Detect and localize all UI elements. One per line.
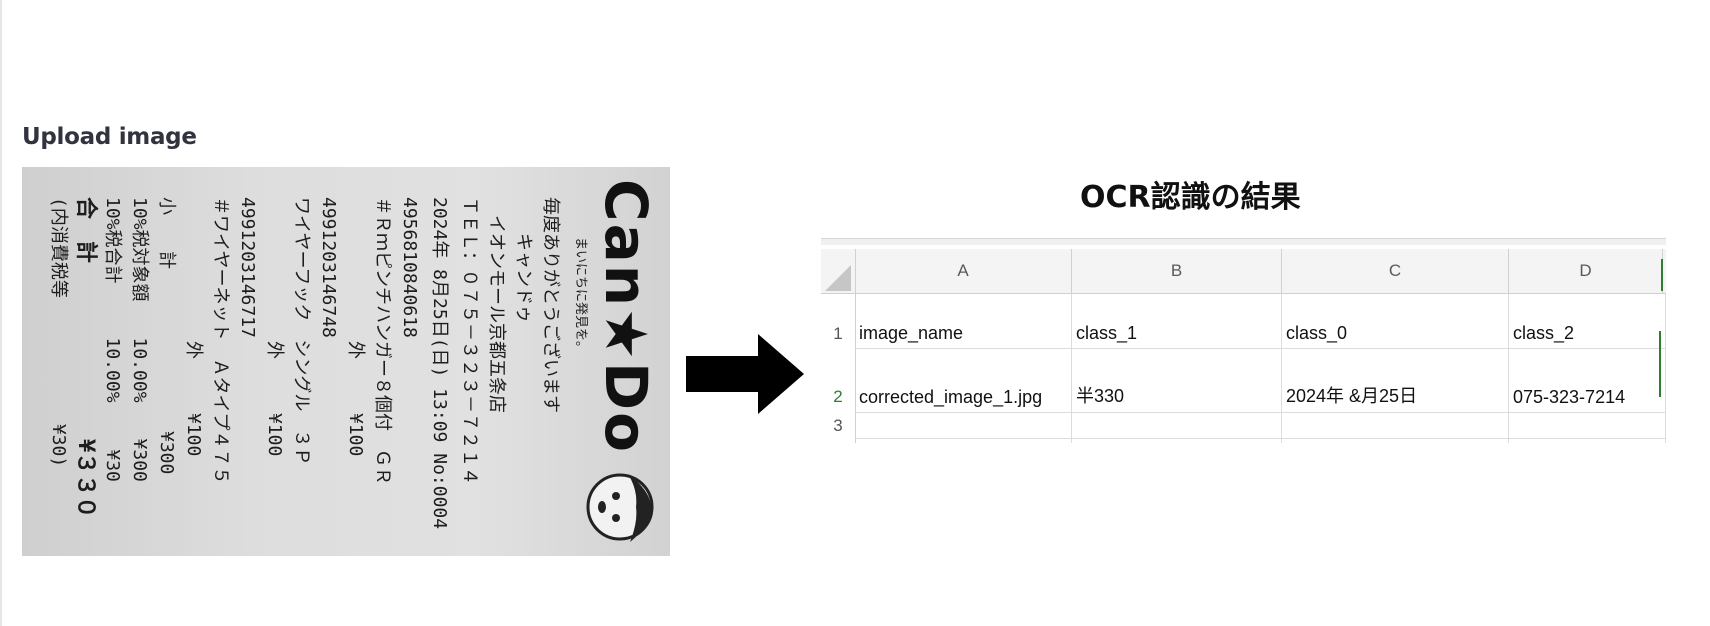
receipt-line: 外 ¥100 xyxy=(183,197,204,457)
receipt-line: 4991203146717 xyxy=(237,197,258,338)
receipt-line: キャンドゥ xyxy=(513,197,534,323)
receipt-line: 毎度ありがとうございます xyxy=(540,197,561,413)
column-header-b: B xyxy=(1072,249,1282,293)
sheet-top-strip xyxy=(821,239,1666,245)
select-all-corner xyxy=(821,249,856,293)
cell-b4 xyxy=(1072,439,1282,443)
row-number-1: 1 xyxy=(821,294,856,350)
mascot-icon xyxy=(586,473,654,542)
cell-c4 xyxy=(1282,439,1509,443)
receipt-line: 4991203146748 xyxy=(318,197,339,338)
receipt-logo-sub: まいにちに発見を。 xyxy=(573,237,588,355)
receipt-line: イオンモール京都五条店 xyxy=(486,197,507,413)
receipt-line: 外 ¥100 xyxy=(345,197,366,457)
row-number-2: 2 xyxy=(821,349,856,414)
receipt-line: 2024年 8月25日(日) 13:09 No:0004 xyxy=(429,197,450,530)
right-arrow-icon xyxy=(686,334,804,414)
receipt-content: Can★Do まいにちに発見を。 毎度ありがとうございます キャンドゥ イオンモ… xyxy=(22,167,670,556)
active-column-marker xyxy=(1661,259,1663,291)
cell-a4 xyxy=(855,439,1072,443)
row-number-3: 3 xyxy=(821,413,856,440)
receipt-line: 10%税合計 10.00% ¥30 xyxy=(102,197,123,482)
receipt-line: 4956810840618 xyxy=(399,197,420,338)
cell-b2: 半330 xyxy=(1072,349,1282,413)
cell-a1: image_name xyxy=(855,294,1072,349)
cell-d1: class_2 xyxy=(1509,294,1666,349)
cell-c1: class_0 xyxy=(1282,294,1509,349)
receipt-line: 小 計 ¥300 xyxy=(156,197,177,475)
cell-c2: 2024年 &月25日 xyxy=(1282,349,1509,413)
cell-b1: class_1 xyxy=(1072,294,1282,349)
cell-b3 xyxy=(1072,413,1282,439)
cell-d4 xyxy=(1509,439,1666,443)
column-header-d: D xyxy=(1509,249,1663,293)
column-header-a: A xyxy=(855,249,1072,293)
receipt-line: 合 計 ¥３３０ xyxy=(73,197,98,519)
cell-a2: corrected_image_1.jpg xyxy=(855,349,1072,413)
left-border xyxy=(0,0,2,626)
receipt-line: 外 ¥100 xyxy=(264,197,285,457)
spreadsheet-screenshot: A B C D 1 image_name class_1 class_0 cla… xyxy=(821,238,1666,443)
receipt-line: ＃ワイヤーネット Ａタイプ４７５ xyxy=(210,197,231,485)
receipt-line: 10%税対象額 10.00% ¥300 xyxy=(129,197,150,482)
upload-image-label: Upload image xyxy=(22,124,197,150)
receipt-line: (内消費税等 ¥30) xyxy=(48,197,69,468)
cell-c3 xyxy=(1282,413,1509,439)
row-number-4: 4 xyxy=(821,439,856,443)
cell-d2: 075-323-7214 xyxy=(1509,349,1666,413)
receipt-logo: Can★Do xyxy=(592,179,660,454)
selected-cell-edge xyxy=(1659,331,1665,397)
cell-d3 xyxy=(1509,413,1666,439)
receipt-line: ＃Ｒｍピンチハンガー８個付 ＧＲ xyxy=(372,197,393,485)
receipt-line: ＴＥＬ：０７５－３２３－７２１４ xyxy=(459,197,480,485)
cell-a3 xyxy=(855,413,1072,439)
uploaded-receipt-image: Can★Do まいにちに発見を。 毎度ありがとうございます キャンドゥ イオンモ… xyxy=(22,167,670,556)
receipt-line: ワイヤーフック シングル ３Ｐ xyxy=(291,197,312,466)
ocr-result-title: OCR認識の結果 xyxy=(1080,180,1301,215)
column-header-c: C xyxy=(1282,249,1509,293)
